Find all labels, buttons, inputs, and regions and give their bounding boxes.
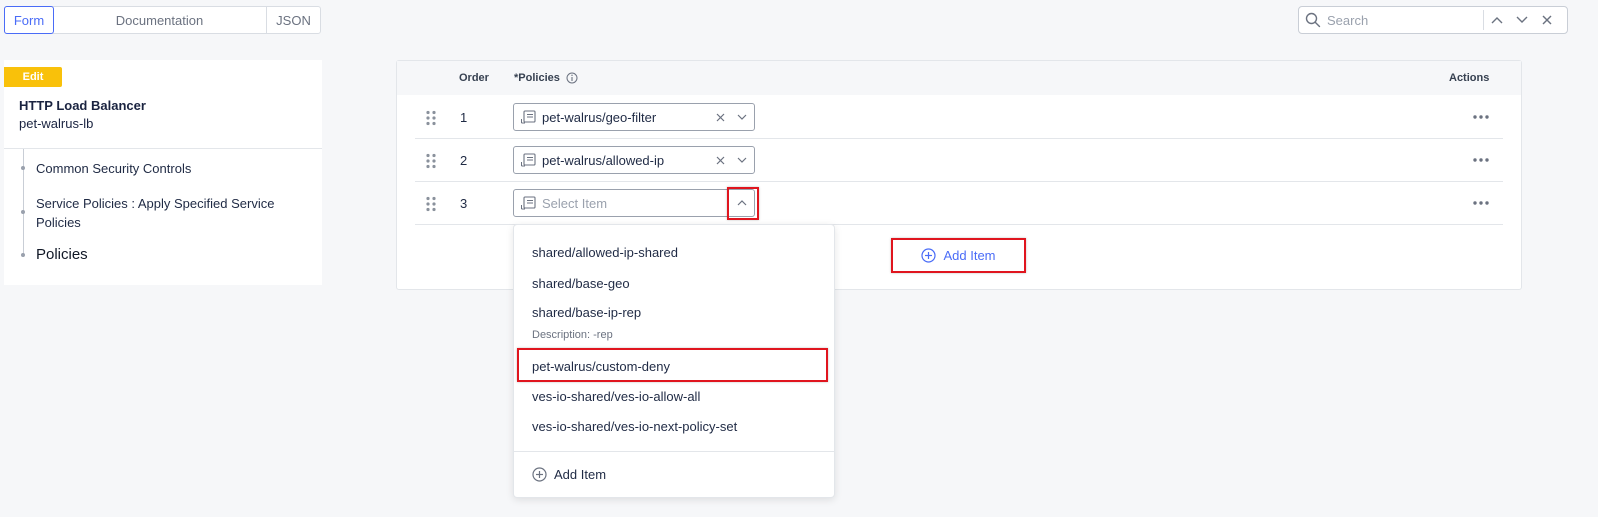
row-actions-more-icon[interactable] <box>1471 110 1491 124</box>
policy-dropdown-menu: shared/allowed-ip-shared shared/base-geo… <box>513 224 835 498</box>
plus-circle-icon <box>921 248 937 263</box>
tree-dot <box>21 210 25 214</box>
navigation-panel: Edit HTTP Load Balancer pet-walrus-lb Co… <box>4 60 322 285</box>
search-icon <box>1299 12 1327 28</box>
search-next-button[interactable] <box>1509 7 1534 33</box>
nav-item-policies[interactable]: Policies <box>36 245 88 264</box>
dropdown-divider <box>514 451 834 452</box>
policy-select-value: pet-walrus/geo-filter <box>542 109 657 125</box>
policy-select[interactable]: pet-walrus/allowed-ip <box>513 146 755 174</box>
search-close-button[interactable] <box>1534 7 1559 33</box>
chevron-down-icon[interactable] <box>730 104 754 130</box>
clear-icon[interactable] <box>710 113 730 122</box>
chevron-up-icon[interactable] <box>730 190 754 216</box>
dropdown-add-item-label: Add Item <box>554 467 607 482</box>
info-icon[interactable] <box>566 72 578 84</box>
drag-handle-icon[interactable] <box>425 153 437 169</box>
plus-circle-icon <box>532 467 547 482</box>
table-row: 2 pet-walrus/allowed-ip <box>415 139 1503 182</box>
row-order: 2 <box>460 153 468 168</box>
table-row: 1 pet-walrus/geo-filter <box>415 96 1503 139</box>
policy-select[interactable]: pet-walrus/geo-filter <box>513 103 755 131</box>
table-row: 3 Select Item <box>415 182 1503 225</box>
dropdown-option[interactable]: shared/allowed-ip-shared <box>532 245 678 260</box>
policy-select[interactable]: Select Item <box>513 189 755 217</box>
nav-item-common-security-controls[interactable]: Common Security Controls <box>36 159 306 178</box>
add-item-button[interactable]: Add Item <box>893 240 1024 271</box>
dropdown-option-custom-deny[interactable]: pet-walrus/custom-deny <box>532 359 670 374</box>
row-actions-more-icon[interactable] <box>1471 196 1491 210</box>
chevron-down-icon <box>1516 16 1527 23</box>
drag-handle-icon[interactable] <box>425 110 437 126</box>
header-actions: Actions <box>1449 72 1490 84</box>
dropdown-add-item-button[interactable]: Add Item <box>532 467 606 482</box>
object-type-title: HTTP Load Balancer <box>19 98 146 113</box>
policy-select-placeholder: Select Item <box>542 195 608 211</box>
search-input[interactable] <box>1327 12 1477 28</box>
search-prev-button[interactable] <box>1484 7 1509 33</box>
dropdown-option-description: Description: -rep <box>532 329 613 341</box>
header-order: Order <box>459 72 489 84</box>
tab-documentation[interactable]: Documentation <box>53 7 267 33</box>
nav-item-service-policies[interactable]: Service Policies : Apply Specified Servi… <box>36 194 304 232</box>
policy-select-value: pet-walrus/allowed-ip <box>542 152 665 168</box>
edit-badge: Edit <box>4 67 62 87</box>
policy-list-icon <box>514 196 542 210</box>
tab-json[interactable]: JSON <box>267 7 320 33</box>
chevron-down-icon[interactable] <box>730 147 754 173</box>
dropdown-option[interactable]: shared/base-geo <box>532 276 630 291</box>
divider <box>4 148 322 149</box>
table-header: Order *Policies Actions <box>397 61 1521 95</box>
dropdown-option[interactable]: shared/base-ip-rep <box>532 305 641 320</box>
clear-icon[interactable] <box>710 156 730 165</box>
policy-list-icon <box>514 110 542 124</box>
row-actions-more-icon[interactable] <box>1471 153 1491 167</box>
row-order: 1 <box>460 110 468 125</box>
add-item-label: Add Item <box>943 248 996 263</box>
object-name: pet-walrus-lb <box>19 116 94 131</box>
dropdown-option[interactable]: ves-io-shared/ves-io-allow-all <box>532 389 700 404</box>
search-box <box>1298 6 1568 34</box>
header-policies-label: *Policies <box>514 72 560 84</box>
tree-dot <box>21 253 25 257</box>
tree-dot <box>21 166 25 170</box>
dropdown-option[interactable]: ves-io-shared/ves-io-next-policy-set <box>532 419 737 434</box>
row-order: 3 <box>460 196 468 211</box>
close-icon <box>1542 15 1551 25</box>
tab-form[interactable]: Form <box>4 6 54 34</box>
policy-list-icon <box>514 153 542 167</box>
chevron-up-icon <box>1491 17 1502 24</box>
view-mode-tabs: Form Documentation JSON <box>4 6 321 34</box>
drag-handle-icon[interactable] <box>425 196 437 212</box>
header-policies: *Policies <box>514 72 578 84</box>
